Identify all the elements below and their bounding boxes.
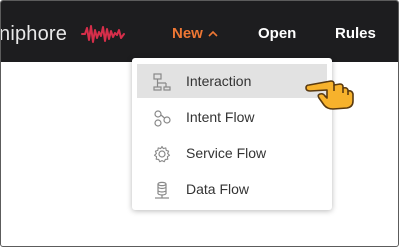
interaction-icon [153,73,171,91]
new-dropdown-menu: Interaction Intent Flow Service Flow Dat… [132,58,332,210]
chevron-up-icon[interactable] [208,30,218,38]
brand-waveform-icon [81,25,125,43]
menu-item-label: Service Flow [186,145,267,161]
gear-icon [153,145,171,163]
menu-item-label: Intent Flow [186,109,255,125]
app-window: niphore New Open Rules Interaction Inten… [0,0,399,247]
nav-new-menu[interactable]: New [172,25,203,43]
menu-item-label: Interaction [186,73,252,89]
top-navigation-bar: niphore New Open Rules [1,1,398,62]
menu-item-service-flow[interactable]: Service Flow [137,136,327,170]
menu-item-interaction[interactable]: Interaction [137,64,327,98]
menu-item-intent-flow[interactable]: Intent Flow [137,100,327,134]
menu-item-label: Data Flow [186,181,250,197]
database-icon [155,181,169,199]
intent-flow-icon [154,110,171,127]
pointing-hand-cursor-icon [305,80,354,110]
nav-rules-menu[interactable]: Rules [335,25,376,43]
nav-open-menu[interactable]: Open [258,25,296,43]
brand-logo-text: niphore [0,23,68,45]
menu-item-data-flow[interactable]: Data Flow [137,172,327,206]
